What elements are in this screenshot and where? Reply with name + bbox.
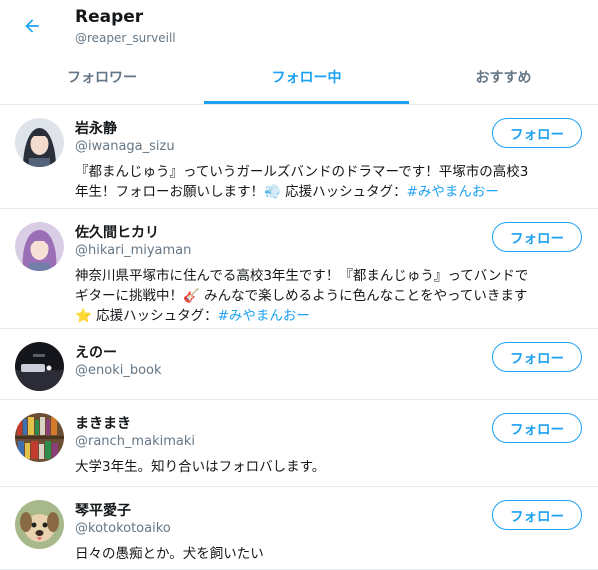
tab-recommended[interactable]: おすすめ — [409, 56, 598, 104]
avatar[interactable] — [15, 222, 64, 271]
avatar[interactable] — [15, 413, 64, 462]
page-handle: @reaper_surveill — [75, 31, 176, 45]
back-arrow-icon — [25, 19, 39, 33]
user-handle[interactable]: @ranch_makimaki — [75, 434, 195, 449]
user-bio: 日々の愚痴とか。犬を飼いたい — [75, 544, 585, 564]
user-row[interactable]: まきまき @ranch_makimaki 大学3年生。知り合いはフォロバします。… — [0, 400, 598, 487]
user-row[interactable]: 岩永静 @iwanaga_sizu 『都まんじゅう』っていうガールズバンドのドラ… — [0, 105, 598, 209]
tab-bar: フォロワー フォロー中 おすすめ — [0, 56, 598, 105]
hashtag-link[interactable]: #みやまんおー — [218, 308, 310, 324]
bio-line: ⭐ 応援ハッシュタグ：#みやまんおー — [75, 308, 310, 324]
user-handle[interactable]: @iwanaga_sizu — [75, 139, 175, 154]
hashtag-link[interactable]: #みやまんおー — [407, 184, 499, 200]
avatar[interactable] — [15, 118, 64, 167]
user-name[interactable]: 佐久間ヒカリ — [75, 222, 159, 242]
tab-followers[interactable]: フォロワー — [0, 56, 204, 104]
user-list: 岩永静 @iwanaga_sizu 『都まんじゅう』っていうガールズバンドのドラ… — [0, 105, 598, 570]
bio-line: 日々の愚痴とか。犬を飼いたい — [75, 546, 264, 562]
user-name[interactable]: まきまき — [75, 413, 131, 433]
user-handle[interactable]: @enoki_book — [75, 363, 162, 378]
back-button[interactable] — [18, 12, 46, 40]
user-name[interactable]: えのー — [75, 342, 117, 362]
user-name[interactable]: 琴平愛子 — [75, 500, 131, 520]
bio-line: 年生！フォローお願いします！💨 応援ハッシュタグ：#みやまんおー — [75, 184, 499, 200]
avatar[interactable] — [15, 500, 64, 549]
follow-button[interactable]: フォロー — [492, 222, 582, 252]
follow-button[interactable]: フォロー — [492, 118, 582, 148]
avatar[interactable] — [15, 342, 64, 391]
page-title: Reaper — [75, 7, 144, 27]
user-bio: 大学3年生。知り合いはフォロバします。 — [75, 457, 585, 477]
user-row[interactable]: えのー @enoki_book フォロー — [0, 329, 598, 400]
bio-line: 神奈川県平塚市に住んでる高校3年生です！『都まんじゅう』ってバンドで — [75, 268, 529, 284]
user-handle[interactable]: @hikari_miyaman — [75, 243, 191, 258]
follow-button[interactable]: フォロー — [492, 342, 582, 372]
user-handle[interactable]: @kotokotoaiko — [75, 521, 171, 536]
tab-following[interactable]: フォロー中 — [204, 56, 409, 104]
user-row[interactable]: 佐久間ヒカリ @hikari_miyaman 神奈川県平塚市に住んでる高校3年生… — [0, 209, 598, 329]
bio-line: ギターに挑戦中！🎸 みんなで楽しめるように色んなことをやっていきます — [75, 288, 528, 304]
user-bio: 『都まんじゅう』っていうガールズバンドのドラマーです！平塚市の高校3 年生！フォ… — [75, 162, 585, 202]
user-row[interactable]: 琴平愛子 @kotokotoaiko 日々の愚痴とか。犬を飼いたい フォロー — [0, 487, 598, 570]
follow-button[interactable]: フォロー — [492, 500, 582, 530]
user-name[interactable]: 岩永静 — [75, 118, 117, 138]
user-bio: 神奈川県平塚市に住んでる高校3年生です！『都まんじゅう』ってバンドで ギターに挑… — [75, 266, 585, 326]
bio-line: 大学3年生。知り合いはフォロバします。 — [75, 459, 326, 475]
profile-header: Reaper @reaper_surveill — [0, 0, 598, 56]
follow-button[interactable]: フォロー — [492, 413, 582, 443]
bio-line: 『都まんじゅう』っていうガールズバンドのドラマーです！平塚市の高校3 — [75, 164, 529, 180]
